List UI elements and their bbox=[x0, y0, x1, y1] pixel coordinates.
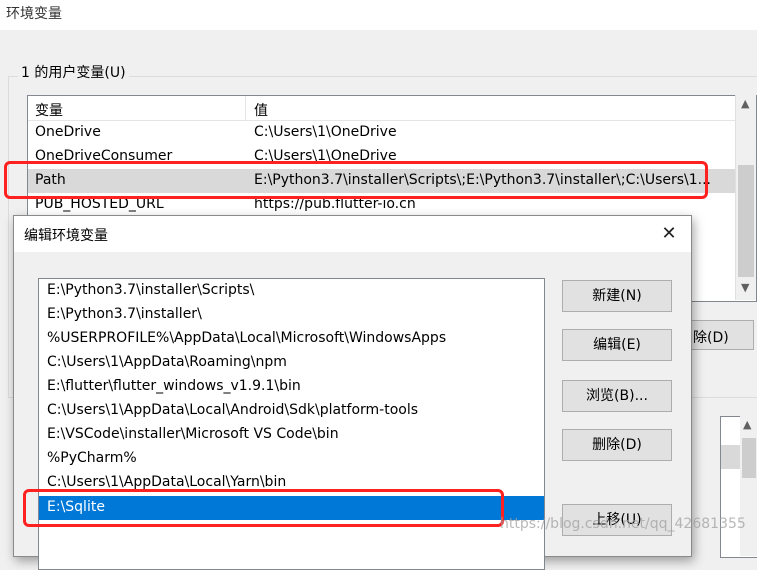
path-list-item[interactable]: E:\Python3.7\installer\Scripts\ bbox=[39, 279, 544, 303]
path-list-item[interactable]: E:\flutter\flutter_windows_v1.9.1\bin bbox=[39, 375, 544, 399]
browse-button[interactable]: 浏览(B)... bbox=[562, 380, 672, 412]
path-list-item[interactable]: %USERPROFILE%\AppData\Local\Microsoft\Wi… bbox=[39, 327, 544, 351]
column-header-value[interactable]: 值 bbox=[254, 100, 268, 120]
column-divider[interactable] bbox=[245, 96, 246, 120]
path-text: %USERPROFILE%\AppData\Local\Microsoft\Wi… bbox=[47, 330, 447, 346]
user-var-value: C:\Users\1\OneDrive bbox=[254, 124, 397, 140]
close-icon[interactable]: ✕ bbox=[654, 220, 684, 248]
path-list-item[interactable]: C:\Users\1\AppData\Local\Android\Sdk\pla… bbox=[39, 399, 544, 423]
scroll-thumb[interactable] bbox=[742, 438, 756, 478]
user-var-row-onedrive[interactable]: OneDrive C:\Users\1\OneDrive bbox=[28, 121, 738, 145]
path-list-item[interactable]: %PyCharm% bbox=[39, 447, 544, 471]
scroll-down-icon[interactable]: ▼ bbox=[741, 281, 749, 294]
window-title: 环境变量 bbox=[6, 6, 62, 22]
path-list-item[interactable]: E:\VSCode\installer\Microsoft VS Code\bi… bbox=[39, 423, 544, 447]
user-vars-header: 变量 值 bbox=[28, 96, 738, 121]
system-vars-scrollbar[interactable]: ▲ bbox=[740, 416, 757, 556]
path-text: E:\flutter\flutter_windows_v1.9.1\bin bbox=[47, 378, 301, 394]
user-var-delete-button[interactable]: 除(D) bbox=[684, 320, 754, 350]
path-list-item[interactable]: C:\Users\1\AppData\Roaming\npm bbox=[39, 351, 544, 375]
scroll-up-icon[interactable]: ▲ bbox=[743, 418, 751, 431]
watermark: https://blog.csdn.net/qq_42681355 bbox=[500, 516, 746, 532]
dialog-titlebar: 编辑环境变量 ✕ bbox=[14, 216, 691, 252]
sqlite-item-highlight bbox=[23, 489, 504, 527]
user-vars-group-label: 1 的用户变量(U) bbox=[18, 62, 129, 82]
new-button[interactable]: 新建(N) bbox=[562, 280, 672, 312]
path-text: C:\Users\1\AppData\Roaming\npm bbox=[47, 354, 287, 370]
column-header-variable[interactable]: 变量 bbox=[35, 100, 63, 120]
system-var-row[interactable] bbox=[721, 445, 741, 469]
path-text: C:\Users\1\AppData\Local\Android\Sdk\pla… bbox=[47, 402, 419, 418]
user-vars-scrollbar[interactable]: ▲ ▼ bbox=[735, 95, 756, 300]
dialog-title: 编辑环境变量 bbox=[24, 228, 108, 244]
scroll-up-icon[interactable]: ▲ bbox=[741, 97, 749, 110]
window-titlebar: 环境变量 bbox=[0, 0, 757, 30]
edit-button[interactable]: 编辑(E) bbox=[562, 329, 672, 361]
path-text: E:\VSCode\installer\Microsoft VS Code\bi… bbox=[47, 426, 339, 442]
path-text: C:\Users\1\AppData\Local\Yarn\bin bbox=[47, 474, 287, 490]
path-text: %PyCharm% bbox=[47, 450, 137, 466]
user-var-delete-label: 除(D) bbox=[693, 330, 729, 346]
delete-button[interactable]: 删除(D) bbox=[562, 429, 672, 461]
user-var-name: OneDrive bbox=[35, 124, 101, 140]
path-text: E:\Python3.7\installer\Scripts\ bbox=[47, 282, 255, 298]
scroll-thumb[interactable] bbox=[738, 165, 754, 277]
path-row-highlight bbox=[4, 161, 708, 199]
path-list-item[interactable]: E:\Python3.7\installer\ bbox=[39, 303, 544, 327]
path-text: E:\Python3.7\installer\ bbox=[47, 306, 202, 322]
